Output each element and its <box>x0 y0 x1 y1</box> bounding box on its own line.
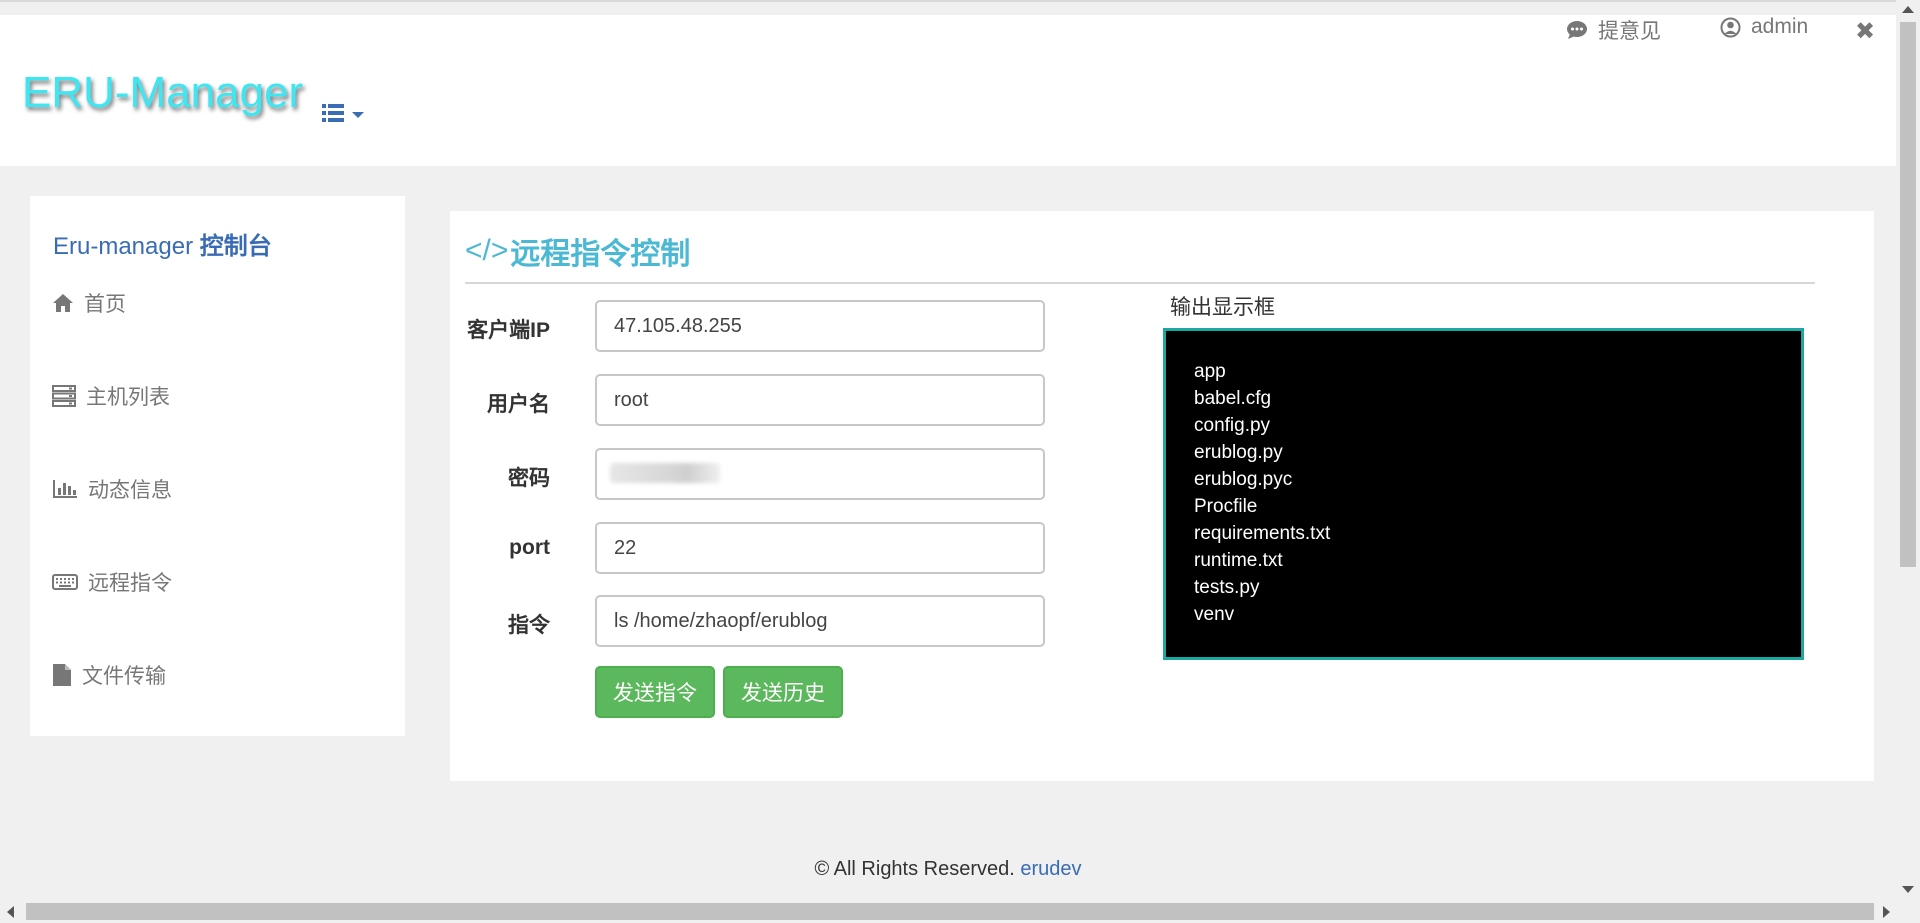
scroll-up-arrow-icon[interactable] <box>1902 6 1914 13</box>
send-command-button[interactable]: 发送指令 <box>595 666 715 718</box>
feedback-label: 提意见 <box>1598 20 1661 43</box>
copyright-text: © All Rights Reserved. <box>814 858 1021 880</box>
form-row-password: 密码 <box>450 448 1070 500</box>
app-logo[interactable]: ERU-Manager <box>22 68 303 118</box>
window-top-strip <box>0 0 1896 15</box>
sidebar-item-label: 首页 <box>84 293 126 316</box>
scroll-right-arrow-icon[interactable] <box>1883 906 1890 918</box>
username-label: 用户名 <box>487 393 550 416</box>
page-title-text: 远程指令控制 <box>510 238 691 271</box>
sidebar-item-label: 文件传输 <box>82 665 166 688</box>
sidebar-item-label: 动态信息 <box>88 479 172 502</box>
menu-toggle-button[interactable] <box>322 101 368 127</box>
port-input[interactable] <box>595 522 1045 574</box>
port-label: port <box>509 536 550 559</box>
form-row-ip: 客户端IP <box>450 300 1070 352</box>
list-icon <box>322 104 364 122</box>
close-icon[interactable]: ✖ <box>1855 17 1875 46</box>
form-row-username: 用户名 <box>450 374 1070 426</box>
output-line: runtime.txt <box>1194 550 1283 571</box>
keyboard-icon <box>52 574 78 590</box>
output-box[interactable]: app babel.cfg config.py erublog.py erubl… <box>1163 328 1804 660</box>
home-icon <box>53 294 73 312</box>
feedback-link[interactable]: 提意见 <box>1566 15 1661 45</box>
form-row-port: port <box>450 522 1070 574</box>
output-label: 输出显示框 <box>1170 296 1275 319</box>
vertical-scrollbar[interactable] <box>1896 0 1920 900</box>
horizontal-scrollbar[interactable] <box>0 900 1920 923</box>
user-circle-icon <box>1720 17 1741 37</box>
sidebar-title-prefix: Eru-manager <box>53 233 200 260</box>
sidebar-title: Eru-manager 控制台 <box>53 226 272 261</box>
comment-icon <box>1567 21 1587 39</box>
output-line: venv <box>1194 604 1235 625</box>
username-input[interactable] <box>595 374 1045 426</box>
code-icon: </> <box>465 234 509 267</box>
output-line: requirements.txt <box>1194 523 1331 544</box>
sidebar-item-label: 远程指令 <box>88 572 172 595</box>
sidebar-item-file-transfer[interactable]: 文件传输 <box>52 660 166 690</box>
output-line: app <box>1194 361 1226 382</box>
sidebar: Eru-manager 控制台 首页 主机列表 动态信息 远程指令 文件传输 <box>30 196 405 736</box>
user-menu[interactable]: admin <box>1720 15 1808 39</box>
output-line: config.py <box>1194 415 1271 436</box>
sidebar-item-home[interactable]: 首页 <box>52 288 126 318</box>
caret-down-icon <box>352 112 364 118</box>
command-input[interactable] <box>595 595 1045 647</box>
sidebar-title-bold: 控制台 <box>199 233 272 260</box>
output-line: erublog.pyc <box>1194 469 1293 490</box>
footer: © All Rights Reserved. erudev <box>0 858 1896 881</box>
password-redacted <box>610 463 720 483</box>
sidebar-item-remote-command[interactable]: 远程指令 <box>52 567 172 597</box>
vertical-scroll-thumb[interactable] <box>1900 22 1916 567</box>
scroll-down-arrow-icon[interactable] <box>1902 886 1914 893</box>
file-icon <box>53 664 71 686</box>
sidebar-item-hosts[interactable]: 主机列表 <box>52 381 170 411</box>
sidebar-item-label: 主机列表 <box>86 386 170 409</box>
server-icon <box>52 385 76 407</box>
send-history-button[interactable]: 发送历史 <box>723 666 843 718</box>
main-panel: </> 远程指令控制 客户端IP 用户名 密码 port 指令 发送指令 发送历… <box>450 211 1874 781</box>
ip-label: 客户端IP <box>467 319 550 342</box>
output-line: tests.py <box>1194 577 1260 598</box>
password-label: 密码 <box>508 467 550 490</box>
horizontal-scroll-thumb[interactable] <box>26 903 1874 920</box>
title-divider <box>465 282 1815 284</box>
command-label: 指令 <box>508 614 550 637</box>
scroll-left-arrow-icon[interactable] <box>7 906 14 918</box>
output-line: babel.cfg <box>1194 388 1272 409</box>
form-row-command: 指令 <box>450 595 1070 647</box>
sidebar-item-dynamic-info[interactable]: 动态信息 <box>52 474 172 504</box>
ip-input[interactable] <box>595 300 1045 352</box>
page-title: </> 远程指令控制 <box>465 229 690 273</box>
erudev-link[interactable]: erudev <box>1020 858 1081 880</box>
top-navbar: ERU-Manager 提意见 admin ✖ <box>0 15 1896 166</box>
user-label: admin <box>1751 15 1809 38</box>
output-line: Procfile <box>1194 496 1258 517</box>
bar-chart-icon <box>53 480 77 498</box>
output-line: erublog.py <box>1194 442 1283 463</box>
